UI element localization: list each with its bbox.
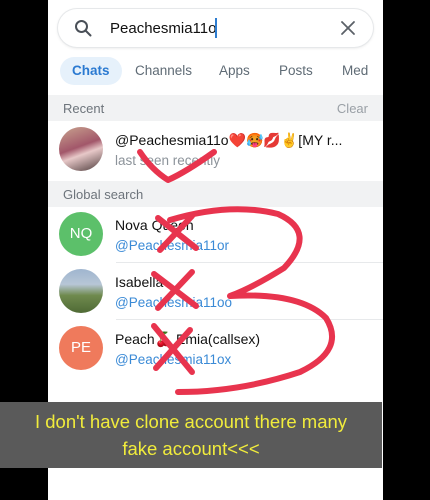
search-icon: [75, 20, 92, 37]
chat-name: @Peachesmia11o❤️🥵💋✌️[MY r...: [115, 132, 343, 148]
clear-button[interactable]: Clear: [337, 101, 368, 116]
result-name: Isabella: [115, 274, 164, 290]
tab-apps[interactable]: Apps: [207, 57, 262, 85]
global-result-row[interactable]: Isabella @Peachesmia11oo: [48, 264, 383, 320]
search-tabs: Chats Channels Apps Posts Med: [48, 52, 383, 90]
search-bar[interactable]: [58, 9, 373, 47]
search-input[interactable]: [110, 16, 330, 40]
result-name: Peach🍒 Emia(callsex): [115, 331, 261, 347]
avatar: NQ: [59, 212, 103, 256]
divider: [116, 319, 383, 320]
recent-title: Recent: [63, 101, 105, 116]
divider: [116, 262, 383, 263]
global-result-row[interactable]: NQ Nova Queen @Peachesmia11or: [48, 207, 383, 263]
result-username: @Peachesmia11oo: [115, 295, 233, 310]
tab-media[interactable]: Med: [330, 57, 380, 85]
avatar: [59, 127, 103, 171]
tab-posts[interactable]: Posts: [267, 57, 325, 85]
last-seen-status: last seen recently: [115, 153, 221, 168]
text-cursor: [215, 18, 217, 38]
caption-line-2: fake account<<<: [122, 438, 260, 459]
global-result-row[interactable]: PE Peach🍒 Emia(callsex) @Peachesmia11ox: [48, 321, 383, 377]
tab-chats[interactable]: Chats: [60, 57, 122, 85]
result-username: @Peachesmia11ox: [115, 352, 232, 367]
tab-channels[interactable]: Channels: [123, 57, 204, 85]
result-username: @Peachesmia11or: [115, 238, 230, 253]
avatar: [59, 269, 103, 313]
result-name: Nova Queen: [115, 217, 194, 233]
close-icon[interactable]: [339, 19, 357, 37]
caption-overlay: I don't have clone account there many fa…: [0, 402, 382, 468]
recent-chat-row[interactable]: @Peachesmia11o❤️🥵💋✌️[MY r... last seen r…: [48, 122, 383, 178]
avatar: PE: [59, 326, 103, 370]
recent-header: Recent Clear: [48, 95, 383, 121]
caption-line-1: I don't have clone account there many: [34, 411, 348, 432]
global-search-title: Global search: [63, 187, 144, 202]
global-search-header: Global search: [48, 181, 383, 207]
